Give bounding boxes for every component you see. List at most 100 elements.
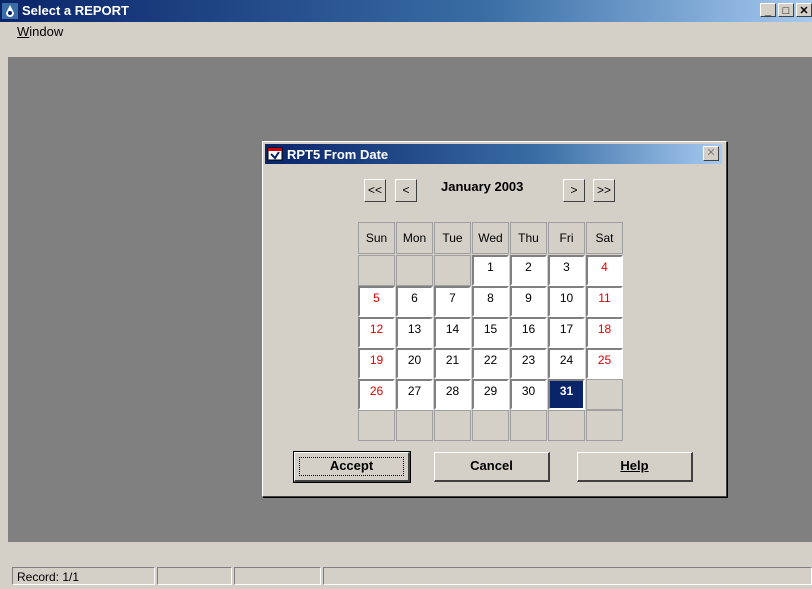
day-number: 10 bbox=[559, 291, 574, 305]
day-number: 17 bbox=[559, 322, 574, 336]
calendar-day[interactable]: 11 bbox=[586, 286, 623, 317]
weekday-header: Sun bbox=[358, 222, 395, 254]
calendar-empty-cell bbox=[510, 410, 547, 441]
day-number: 15 bbox=[483, 322, 498, 336]
day-number: 13 bbox=[407, 322, 422, 336]
calendar-day[interactable]: 30 bbox=[510, 379, 547, 410]
calendar-empty-cell bbox=[586, 410, 623, 441]
help-button[interactable]: Help bbox=[577, 452, 693, 482]
calendar-day[interactable]: 13 bbox=[396, 317, 433, 348]
calendar-day[interactable]: 9 bbox=[510, 286, 547, 317]
calendar-day[interactable]: 7 bbox=[434, 286, 471, 317]
help-label: Help bbox=[620, 458, 649, 473]
calendar-day[interactable]: 26 bbox=[358, 379, 395, 410]
calendar-day[interactable]: 12 bbox=[358, 317, 395, 348]
menu-bar: Window bbox=[0, 22, 812, 42]
calendar-day[interactable]: 16 bbox=[510, 317, 547, 348]
calendar-day[interactable]: 24 bbox=[548, 348, 585, 379]
cancel-button[interactable]: Cancel bbox=[434, 452, 550, 482]
calendar-day[interactable]: 25 bbox=[586, 348, 623, 379]
calendar-day[interactable]: 22 bbox=[472, 348, 509, 379]
weekday-header: Wed bbox=[472, 222, 509, 254]
day-number: 12 bbox=[369, 322, 384, 336]
day-number: 7 bbox=[449, 291, 456, 305]
day-number: 8 bbox=[487, 291, 494, 305]
cancel-label: Cancel bbox=[470, 458, 513, 473]
day-number: 4 bbox=[601, 260, 608, 274]
weekday-header: Sat bbox=[586, 222, 623, 254]
calendar-day[interactable]: 20 bbox=[396, 348, 433, 379]
maximize-button[interactable]: □ bbox=[778, 3, 794, 17]
calendar-day[interactable]: 19 bbox=[358, 348, 395, 379]
day-number: 30 bbox=[521, 384, 536, 398]
day-number: 16 bbox=[521, 322, 536, 336]
calendar-empty-cell bbox=[472, 410, 509, 441]
app-title-bar[interactable]: Select a REPORT _ □ ✕ bbox=[0, 0, 812, 22]
app-icon bbox=[2, 3, 18, 19]
day-number: 25 bbox=[597, 353, 612, 367]
day-number: 26 bbox=[369, 384, 384, 398]
status-bar: Record: 1/1 bbox=[0, 566, 812, 587]
calendar-day[interactable]: 23 bbox=[510, 348, 547, 379]
calendar-day[interactable]: 27 bbox=[396, 379, 433, 410]
status-record: Record: 1/1 bbox=[12, 567, 155, 585]
weekday-header: Mon bbox=[396, 222, 433, 254]
calendar-day[interactable]: 18 bbox=[586, 317, 623, 348]
calendar-empty-cell bbox=[434, 410, 471, 441]
day-number: 22 bbox=[483, 353, 498, 367]
calendar-empty-cell bbox=[586, 379, 623, 410]
minimize-button[interactable]: _ bbox=[760, 3, 776, 17]
status-panel-4 bbox=[323, 567, 812, 585]
calendar-day[interactable]: 4 bbox=[586, 255, 623, 286]
dialog-title: RPT5 From Date bbox=[287, 147, 389, 162]
calendar-empty-cell bbox=[434, 255, 471, 286]
month-label: January 2003 bbox=[441, 179, 524, 194]
next-year-button[interactable]: >> bbox=[593, 179, 615, 202]
app-title: Select a REPORT bbox=[22, 3, 129, 18]
status-panel-3 bbox=[234, 567, 321, 585]
day-number: 28 bbox=[445, 384, 460, 398]
prev-year-button[interactable]: << bbox=[364, 179, 386, 202]
calendar-empty-cell bbox=[548, 410, 585, 441]
day-number: 18 bbox=[597, 322, 612, 336]
dialog-title-bar[interactable]: RPT5 From Date ✕ bbox=[265, 144, 722, 164]
day-number: 23 bbox=[521, 353, 536, 367]
calendar-app-icon bbox=[267, 147, 283, 161]
calendar-empty-cell bbox=[396, 410, 433, 441]
focus-rect bbox=[299, 457, 404, 476]
calendar-day[interactable]: 5 bbox=[358, 286, 395, 317]
day-number: 27 bbox=[407, 384, 422, 398]
calendar-day[interactable]: 1 bbox=[472, 255, 509, 286]
accept-button[interactable]: Accept bbox=[293, 451, 411, 483]
calendar-day[interactable]: 14 bbox=[434, 317, 471, 348]
day-number: 5 bbox=[373, 291, 380, 305]
calendar-day[interactable]: 8 bbox=[472, 286, 509, 317]
calendar-day[interactable]: 21 bbox=[434, 348, 471, 379]
calendar-day-selected[interactable]: 31 bbox=[548, 379, 585, 410]
calendar-empty-cell bbox=[358, 255, 395, 286]
weekday-header: Fri bbox=[548, 222, 585, 254]
day-number: 21 bbox=[445, 353, 460, 367]
calendar-day[interactable]: 17 bbox=[548, 317, 585, 348]
calendar-empty-cell bbox=[396, 255, 433, 286]
calendar-day[interactable]: 6 bbox=[396, 286, 433, 317]
calendar-day[interactable]: 10 bbox=[548, 286, 585, 317]
day-number: 11 bbox=[598, 291, 611, 305]
day-number: 14 bbox=[445, 322, 460, 336]
prev-month-button[interactable]: < bbox=[395, 179, 417, 202]
close-button[interactable]: ✕ bbox=[796, 3, 812, 17]
next-month-button[interactable]: > bbox=[563, 179, 585, 202]
menu-window[interactable]: Window bbox=[17, 24, 63, 39]
calendar-day[interactable]: 28 bbox=[434, 379, 471, 410]
calendar-day[interactable]: 2 bbox=[510, 255, 547, 286]
dialog-close-button[interactable]: ✕ bbox=[703, 146, 719, 161]
calendar-empty-cell bbox=[358, 410, 395, 441]
weekday-header: Thu bbox=[510, 222, 547, 254]
day-number: 24 bbox=[559, 353, 574, 367]
calendar-grid: Sun Mon Tue Wed Thu Fri Sat 1 2 3 4 5 6 7 8 9 10 11 12 13 14… bbox=[358, 222, 624, 441]
calendar-day[interactable]: 29 bbox=[472, 379, 509, 410]
calendar-day[interactable]: 15 bbox=[472, 317, 509, 348]
day-number: 3 bbox=[563, 260, 570, 274]
day-number: 31 bbox=[559, 384, 574, 398]
calendar-day[interactable]: 3 bbox=[548, 255, 585, 286]
